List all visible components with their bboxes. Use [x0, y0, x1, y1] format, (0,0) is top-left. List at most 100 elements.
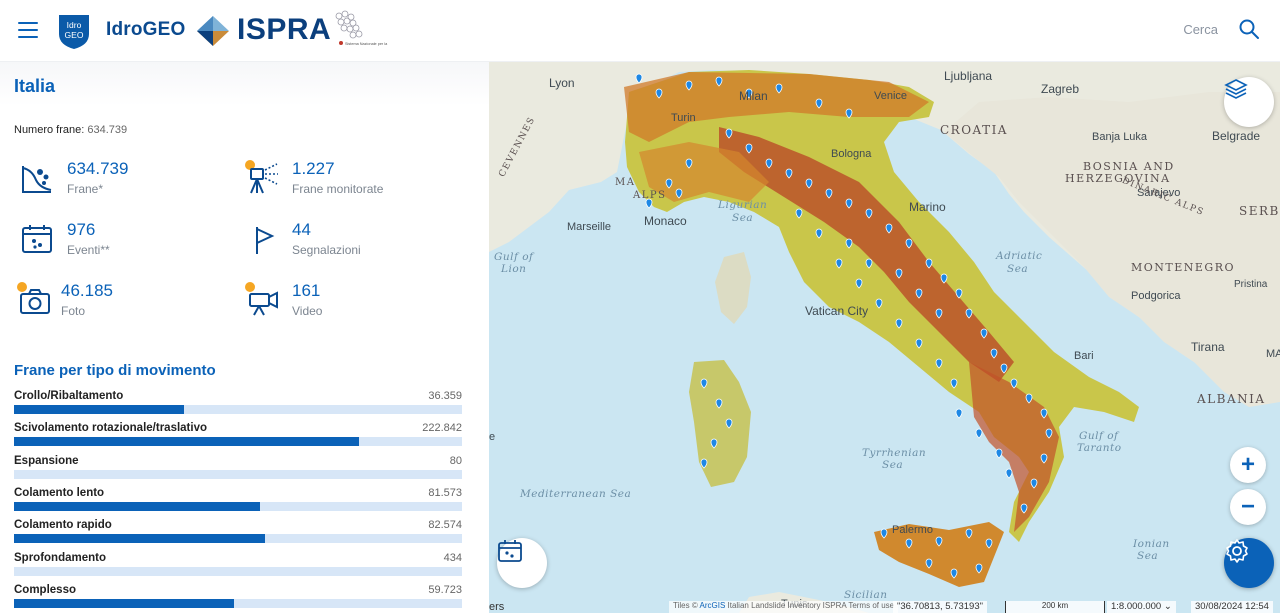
movement-value: 434	[443, 551, 462, 564]
sea-label: Adriatic	[996, 250, 1043, 262]
movement-bar-fill	[14, 405, 185, 414]
stat-frane-monitorate[interactable]: 1.227 Frane monitorate	[245, 159, 465, 204]
movement-row[interactable]: Colamento lento 81.573	[14, 487, 462, 515]
movement-row[interactable]: Sprofondamento 434	[14, 552, 462, 580]
country-label: ALPS	[633, 190, 667, 201]
sea-label: Gulf of	[494, 251, 534, 263]
marker-pin-icon[interactable]	[975, 428, 983, 439]
movement-row[interactable]: Colamento rapido 82.574	[14, 519, 462, 547]
stat-video[interactable]: 161 Video	[245, 281, 465, 326]
movement-value: 82.574	[428, 519, 462, 532]
movement-value: 36.359	[428, 390, 462, 402]
place-label: Marseille	[567, 221, 612, 233]
marker-pin-icon[interactable]	[955, 408, 963, 419]
svg-text:Idro: Idro	[67, 20, 82, 30]
events-calendar-button[interactable]	[497, 538, 547, 588]
arcgis-link[interactable]: ArcGIS	[700, 601, 726, 610]
place-label: Bari	[1074, 350, 1094, 362]
sea-label: Ionian	[1133, 538, 1170, 550]
scale-bar: 200 km	[1005, 601, 1105, 613]
movement-bar-fill	[14, 437, 359, 447]
map-date: 30/08/2024 12:54	[1191, 601, 1273, 613]
country-label: CROATIA	[940, 123, 1008, 137]
search-icon[interactable]	[1238, 18, 1260, 40]
sea-label: Sea	[732, 212, 754, 224]
edge-label: ers	[489, 601, 505, 613]
region-title: Italia	[14, 76, 56, 96]
place-label: Bologna	[831, 148, 872, 160]
movement-row[interactable]: Crollo/Ribaltamento 36.359	[14, 390, 462, 418]
movement-bar-track	[14, 469, 462, 479]
map-attribution: Tiles © ArcGIS Italian Landslide Invento…	[669, 601, 899, 613]
cursor-coordinates: "36.70813, 5.73193"	[893, 601, 987, 613]
region-header: Italia	[0, 62, 489, 106]
landslide-map[interactable]: Lyon Milan Venice Ljubljana Zagreb Turin…	[489, 62, 1280, 613]
attribution-suffix: Italian Landslide Inventory ISPRA Terms …	[725, 601, 895, 610]
movement-name: Colamento rapido	[14, 519, 112, 532]
country-label: SERB	[1239, 204, 1280, 218]
sea-label: Lion	[501, 263, 527, 275]
place-label: Vatican City	[805, 304, 869, 318]
scale-select[interactable]: 1:8.000.000 ⌄	[1107, 601, 1176, 613]
stat-label: Frane monitorate	[292, 182, 384, 196]
sea-label: Gulf of	[1079, 430, 1119, 442]
statistics-panel: Italia Numero frane: 634.739 634.739 Fra…	[0, 62, 489, 613]
movement-value: 59.723	[428, 583, 462, 596]
movement-value: 80	[449, 454, 462, 467]
movement-bar-fill	[14, 534, 265, 544]
calendar-icon	[498, 540, 522, 562]
flag-icon	[256, 227, 275, 254]
landslide-icon	[22, 166, 52, 193]
search-label[interactable]: Cerca	[1183, 22, 1218, 37]
place-label: Banja Luka	[1092, 131, 1148, 143]
stat-frane[interactable]: 634.739 Frane*	[20, 159, 240, 204]
chevron-down-icon: ⌄	[1163, 601, 1172, 612]
movement-bar-track	[14, 405, 462, 414]
movement-name: Espansione	[14, 454, 79, 467]
settings-button[interactable]	[1224, 538, 1274, 588]
country-label: MA	[615, 177, 636, 188]
sea-label: Ligurian	[718, 199, 768, 211]
sea-label: Sea	[1007, 263, 1029, 275]
zoom-in-button[interactable]: +	[1230, 447, 1266, 483]
marker-pin-icon[interactable]	[995, 448, 1003, 459]
attribution-prefix: Tiles ©	[673, 601, 700, 610]
country-label: MONTENEGRO	[1131, 261, 1236, 274]
stat-value: 976	[67, 220, 96, 239]
place-label: Podgorica	[1131, 290, 1181, 302]
sea-label: Tyrrhenian	[862, 447, 927, 459]
marker-pin-icon[interactable]	[1005, 468, 1013, 479]
snpa-logo: Sistema Nazionale per la	[335, 10, 388, 46]
place-label: Tirana	[1191, 340, 1225, 354]
movement-name: Crollo/Ribaltamento	[14, 390, 124, 402]
place-label: Palermo	[892, 524, 933, 536]
scale-ratio: 1:8.000.000	[1111, 601, 1162, 612]
movement-bar-track	[14, 534, 462, 544]
movement-row[interactable]: Espansione 80	[14, 455, 462, 483]
ispra-logo-icon	[197, 16, 229, 46]
zoom-out-button[interactable]: −	[1230, 489, 1266, 525]
hamburger-menu-button[interactable]	[18, 22, 38, 38]
movement-row[interactable]: Complesso 59.723	[14, 584, 462, 612]
stat-foto[interactable]: 46.185 Foto	[17, 281, 237, 326]
place-label: Monaco	[644, 214, 687, 228]
movement-name: Scivolamento rotazionale/traslativo	[14, 422, 208, 435]
stat-eventi[interactable]: 976 Eventi**	[20, 220, 240, 265]
movement-bar-fill	[14, 598, 234, 608]
stat-segnalazioni[interactable]: 44 Segnalazioni	[245, 220, 465, 265]
movement-row[interactable]: Scivolamento rotazionale/traslativo 222.8…	[14, 422, 462, 450]
stat-label: Foto	[61, 304, 86, 318]
layers-icon	[1224, 79, 1248, 99]
sea-label: Taranto	[1077, 442, 1122, 454]
stat-label: Segnalazioni	[292, 243, 361, 257]
place-label: Ljubljana	[944, 69, 993, 83]
ispra-name[interactable]: ISPRA	[237, 13, 331, 47]
snpa-text: Sistema Nazionale per la	[345, 42, 388, 46]
map-canvas[interactable]	[489, 62, 1280, 613]
corsica	[715, 252, 751, 324]
svg-text:GEO: GEO	[65, 30, 84, 40]
app-name[interactable]: IdroGEO	[106, 19, 186, 41]
layers-button[interactable]	[1224, 77, 1274, 127]
place-label: Turin	[671, 112, 696, 124]
stat-label: Frane*	[67, 182, 104, 196]
